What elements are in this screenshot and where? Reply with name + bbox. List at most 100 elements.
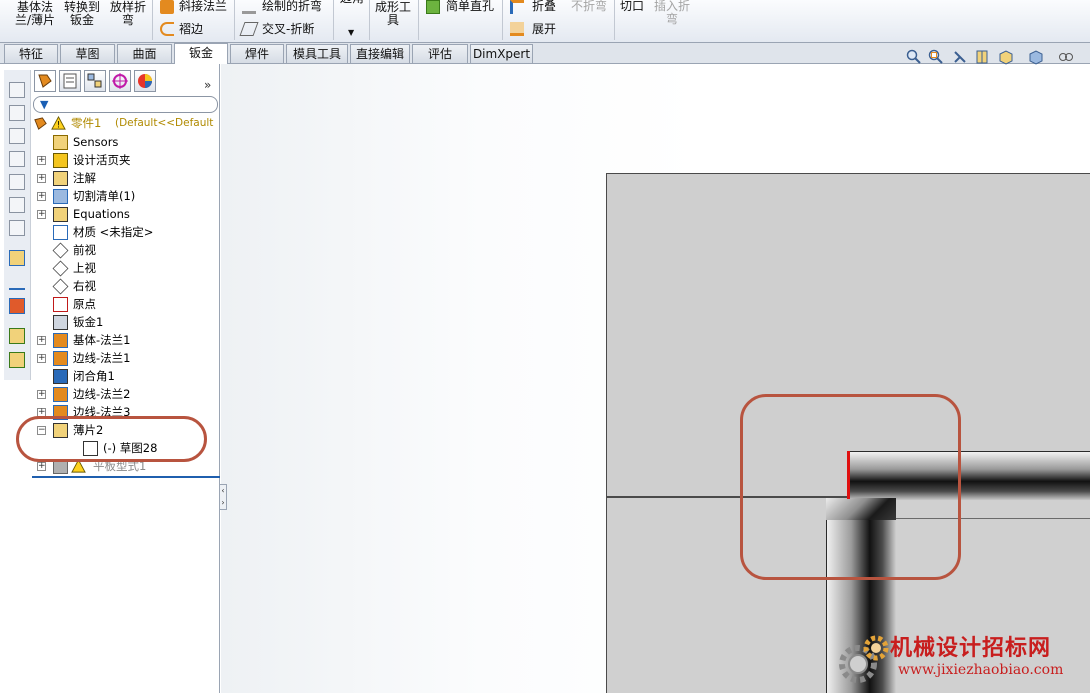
tab-sketch[interactable]: 草图 (60, 44, 115, 63)
ribbon-insert-bends-button[interactable]: 插入折弯 (652, 0, 692, 26)
tree-item-label: 边线-法兰2 (73, 387, 131, 401)
configuration-icon (87, 73, 102, 88)
tree-item[interactable]: + 注解 (33, 170, 219, 187)
configuration-manager-tab[interactable] (84, 70, 106, 92)
expand-toggle[interactable]: + (37, 174, 46, 183)
ribbon-miter-flange-button[interactable]: 斜接法兰 (179, 0, 227, 13)
tab-evaluate[interactable]: 评估 (412, 44, 468, 63)
feature-tree-filter-input[interactable]: ▼ (33, 96, 218, 113)
section-view-icon[interactable] (974, 49, 990, 65)
expand-toggle[interactable]: + (37, 156, 46, 165)
ribbon-hem-button[interactable]: 褶边 (179, 23, 203, 36)
feature-tree-tab[interactable] (34, 70, 56, 92)
ribbon-separator (502, 0, 503, 40)
tree-root-part[interactable]: ! 零件1 (Default<<Default (33, 115, 219, 132)
previous-view-icon[interactable] (952, 49, 968, 65)
ribbon-label: 转换到 钣金 (64, 0, 100, 27)
ribbon-label-line: 兰/薄片 (14, 13, 56, 27)
cut-list-icon (53, 189, 68, 204)
tree-item-label: 设计活页夹 (73, 153, 131, 167)
panel-resize-grip[interactable]: ‹ › (219, 484, 227, 510)
ribbon-label: 基体法 兰/薄片 (15, 0, 55, 27)
tree-item[interactable]: + 基体-法兰1 (33, 332, 219, 349)
tree-item[interactable]: 闭合角1 (33, 368, 219, 385)
cube-view-icon[interactable] (9, 174, 25, 190)
tab-mold-tools[interactable]: 模具工具 (286, 44, 348, 63)
closed-corner-icon (53, 369, 68, 384)
ribbon-label-line: 具 (386, 13, 399, 27)
hide-show-icon[interactable] (1058, 49, 1074, 65)
tab-features[interactable]: 特征 (4, 44, 58, 63)
tree-item-label: 基体-法兰1 (73, 333, 131, 347)
material-icon (53, 225, 68, 240)
expand-toggle[interactable]: + (37, 336, 46, 345)
cube-view-icon[interactable] (9, 128, 25, 144)
zoom-to-fit-icon[interactable] (906, 49, 922, 65)
tab-sheet-metal[interactable]: 钣金 (174, 43, 228, 65)
tree-item[interactable]: 右视 (33, 278, 219, 295)
tab-dimxpert[interactable]: DimXpert (470, 44, 533, 63)
warning-icon: ! (51, 116, 66, 130)
ribbon-unfold-button[interactable]: 展开 (532, 23, 556, 36)
ribbon-forming-tool-button[interactable]: 成形工具 (373, 1, 413, 27)
display-style-icon[interactable] (1028, 49, 1044, 65)
tree-item[interactable]: + 边线-法兰1 (33, 350, 219, 367)
tree-item-label: 右视 (73, 279, 96, 293)
expand-toggle[interactable]: + (37, 210, 46, 219)
ribbon-fold-button[interactable]: 折叠 (532, 0, 556, 13)
cube-view-icon[interactable] (9, 105, 25, 121)
tree-item[interactable]: 上视 (33, 260, 219, 277)
relation-icon[interactable] (9, 274, 25, 290)
ribbon-sketched-bend-button[interactable]: 绘制的折弯 (262, 0, 322, 13)
layer-icon[interactable] (9, 352, 25, 368)
ribbon-corners-button[interactable]: 边角 (337, 0, 367, 5)
expand-toggle[interactable]: + (37, 354, 46, 363)
tree-item[interactable]: + 切割清单(1) (33, 188, 219, 205)
tree-rollback-bar[interactable] (32, 476, 220, 478)
tree-item[interactable]: Sensors (33, 134, 219, 151)
expand-toggle[interactable]: + (37, 390, 46, 399)
tree-item[interactable]: 原点 (33, 296, 219, 313)
tree-item[interactable]: 材质 <未指定> (33, 224, 219, 241)
tree-item[interactable]: 前视 (33, 242, 219, 259)
ribbon-convert-to-sheet-metal-button[interactable]: 转换到 钣金 (61, 1, 103, 27)
move-component-icon[interactable] (9, 298, 25, 314)
edit-sketch-icon[interactable] (9, 250, 25, 266)
cube-view-icon[interactable] (9, 220, 25, 236)
cube-view-icon[interactable] (9, 82, 25, 98)
tree-item[interactable]: + 设计活页夹 (33, 152, 219, 169)
property-manager-tab[interactable] (59, 70, 81, 92)
ribbon-cross-break-button[interactable]: 交叉-折断 (262, 23, 314, 36)
feature-manager-panel: » ▼ ! 零件1 (Default<<Default Sensors + 设计活页… (32, 64, 220, 693)
zoom-area-icon[interactable] (928, 49, 944, 65)
display-manager-tab[interactable] (134, 70, 156, 92)
ribbon-label-line: 弯 (665, 12, 678, 26)
layer-icon[interactable] (9, 328, 25, 344)
edge-flange-icon (53, 387, 68, 402)
tree-item[interactable]: + Equations (33, 206, 219, 223)
tab-weldments[interactable]: 焊件 (230, 44, 284, 63)
ribbon-lofted-bend-button[interactable]: 放样折弯 (107, 1, 149, 27)
panel-overflow-chevron[interactable]: » (204, 78, 211, 92)
ribbon-separator (418, 0, 419, 40)
cube-view-icon[interactable] (9, 151, 25, 167)
tab-surfaces[interactable]: 曲面 (117, 44, 172, 63)
tree-item[interactable]: 钣金1 (33, 314, 219, 331)
expand-toggle[interactable]: + (37, 462, 46, 471)
ribbon-rip-button[interactable]: 切口 (620, 0, 644, 13)
simple-hole-icon (426, 0, 440, 14)
ribbon-simple-hole-button[interactable]: 简单直孔 (446, 0, 494, 13)
expand-toggle[interactable]: + (37, 192, 46, 201)
highlight-callout-model (740, 394, 961, 580)
design-binder-icon (53, 153, 68, 168)
tree-item[interactable]: + 边线-法兰2 (33, 386, 219, 403)
ribbon-no-bends-button[interactable]: 不折弯 (571, 0, 607, 13)
dimxpert-manager-tab[interactable] (109, 70, 131, 92)
ribbon-base-flange-button[interactable]: 基体法 兰/薄片 (12, 1, 58, 27)
property-manager-icon (63, 73, 77, 89)
ribbon-separator (614, 0, 615, 40)
view-orientation-icon[interactable] (998, 49, 1014, 65)
cube-view-icon[interactable] (9, 197, 25, 213)
chevron-down-icon[interactable]: ▼ (348, 26, 354, 39)
tab-direct-editing[interactable]: 直接编辑 (350, 44, 410, 63)
